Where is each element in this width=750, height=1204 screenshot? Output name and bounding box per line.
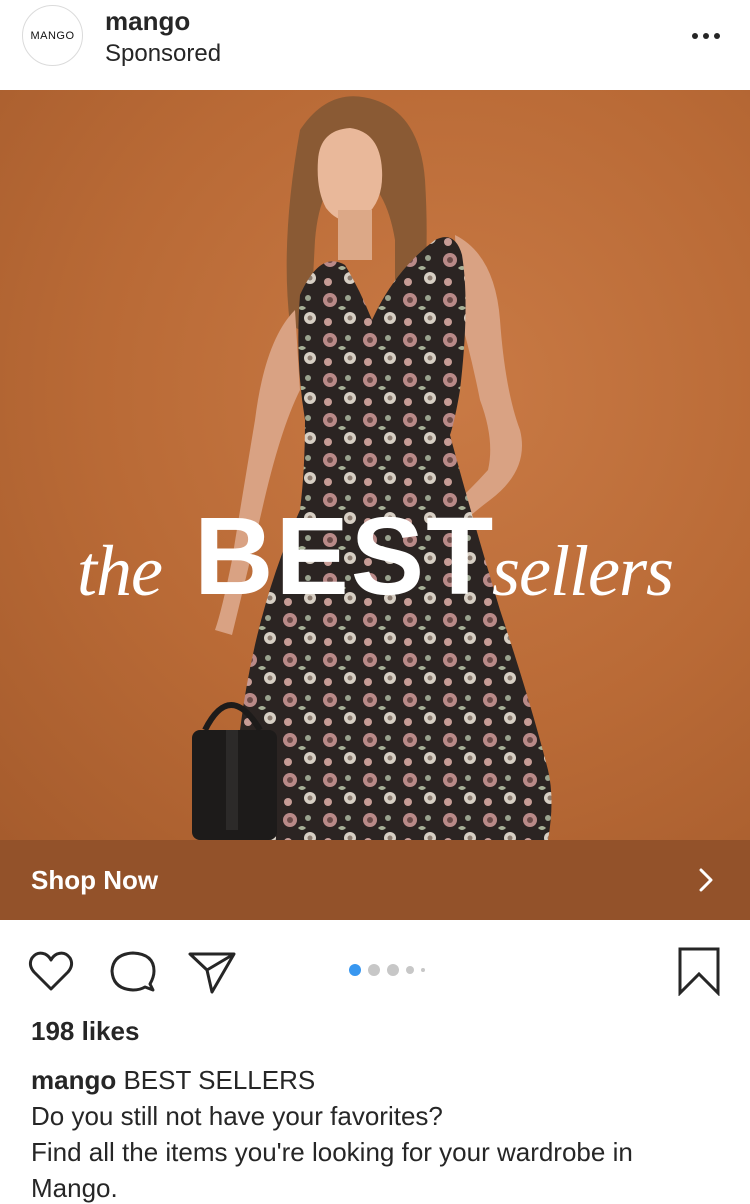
share-button[interactable] (187, 946, 237, 996)
carousel-dot-4 (406, 966, 414, 974)
carousel-dot-3 (387, 964, 399, 976)
caption-first-line: mango BEST SELLERS (31, 1062, 721, 1098)
carousel-dot-5 (421, 968, 425, 972)
headline-best: BEST (194, 495, 496, 618)
headline-the: the (77, 531, 163, 611)
post-caption: mango BEST SELLERS Do you still not have… (31, 1062, 721, 1204)
carousel-dot-2 (368, 964, 380, 976)
caption-title: BEST SELLERS (123, 1065, 316, 1095)
caption-username[interactable]: mango (31, 1065, 116, 1095)
avatar[interactable]: MANGO (22, 5, 83, 66)
save-button[interactable] (674, 946, 724, 997)
more-options-icon[interactable] (684, 22, 728, 50)
chevron-right-icon (699, 868, 713, 892)
model-illustration (192, 96, 552, 840)
carousel-dot-1 (349, 964, 361, 976)
shop-now-button[interactable]: Shop Now (0, 840, 750, 920)
heart-icon (28, 951, 74, 991)
likes-count[interactable]: 198 likes (31, 1016, 139, 1047)
headline-sellers: sellers (492, 531, 674, 611)
caption-line-2: Find all the items you're looking for yo… (31, 1137, 633, 1203)
ad-image[interactable]: the BEST sellers (0, 90, 750, 840)
ad-headline: the BEST sellers (0, 500, 750, 620)
post-header: MANGO mango Sponsored (0, 0, 750, 90)
post-actions (0, 920, 750, 1020)
caption-line-1: Do you still not have your favorites? (31, 1101, 443, 1131)
avatar-logo-text: MANGO (30, 29, 75, 42)
comment-button[interactable] (107, 946, 157, 996)
comment-icon (110, 951, 156, 992)
send-icon (188, 952, 236, 994)
like-button[interactable] (26, 946, 76, 996)
carousel-indicator (349, 963, 425, 977)
sponsored-label: Sponsored (105, 40, 222, 67)
username[interactable]: mango (105, 6, 190, 37)
bookmark-icon (678, 947, 720, 997)
shop-now-label: Shop Now (31, 865, 159, 895)
